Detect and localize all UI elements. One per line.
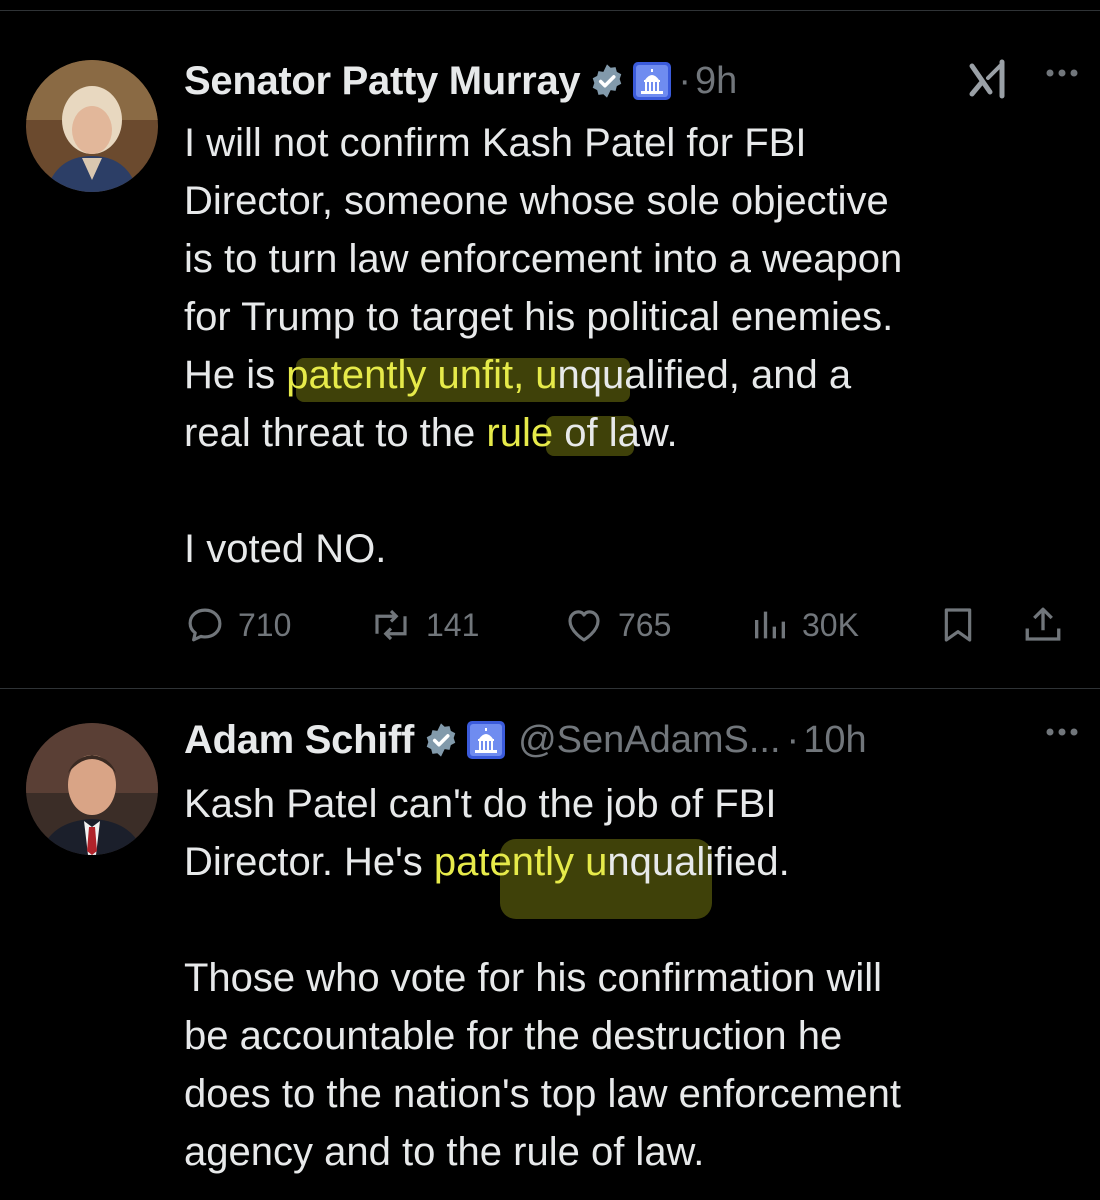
timestamp[interactable]: 10h [803,719,866,762]
text-line: Kash Patel can't do the job of FBI [184,782,777,826]
more-dots-icon[interactable] [1044,725,1080,743]
tweet-text: Kash Patel can't do the job of FBI Direc… [184,775,1084,1181]
avatar[interactable] [26,723,158,855]
text-line: agency and to the rule of law. [184,1130,705,1174]
tweet-adam-schiff[interactable]: Adam Schiff @SenAdamS... · 10h Kash Pate… [0,689,1100,1200]
text-segment: Director. He's [184,840,434,884]
avatar[interactable] [26,60,158,192]
text-line: Those who vote for his confirmation will [184,956,883,1000]
verified-badge-icon [422,721,460,759]
timestamp[interactable]: 9h [695,60,737,103]
text-segment: nqualified, and a [557,353,852,397]
tweet-header: Senator Patty Murray · 9h [184,56,1080,106]
highlighted-text: patently u [433,840,608,884]
text-line: I voted NO. [184,527,387,571]
text-line: is to turn law enforcement into a weapon [184,237,903,281]
view-count: 30K [802,606,859,643]
separator-dot: · [786,718,800,761]
share-button[interactable] [1022,600,1064,650]
more-dots-icon[interactable] [1044,66,1080,84]
tweet-patty-murray[interactable]: Senator Patty Murray · 9h I will not con… [0,0,1100,688]
separator-dot: · [678,59,692,102]
verified-badge-icon [588,62,626,100]
like-button[interactable]: 765 [562,600,671,650]
repost-button[interactable]: 141 [368,600,479,650]
capitol-government-icon [466,720,506,760]
highlighted-text: rule [486,411,554,455]
reply-count: 710 [238,606,292,643]
repost-icon [368,604,414,646]
share-icon [1022,603,1064,647]
text-line: be accountable for the destruction he [184,1014,843,1058]
author-handle[interactable]: @SenAdamS... [518,719,780,762]
text-line: Director, someone whose sole objective [184,179,889,223]
heart-icon [562,604,606,646]
author-name[interactable]: Adam Schiff [184,718,414,763]
text-segment: of law. [553,411,678,455]
text-line: Director. He's patently unqualified. [184,833,1084,891]
text-line: does to the nation's top law enforcement [184,1072,901,1116]
repost-count: 141 [426,606,480,643]
capitol-government-icon [632,61,672,101]
reply-button[interactable]: 710 [184,600,291,650]
tweet-text: I will not confirm Kash Patel for FBI Di… [184,114,1084,578]
views-chart-icon [750,604,790,646]
views-button[interactable]: 30K [750,600,859,650]
highlighted-text: patently unfit, u [286,353,558,397]
text-line: I will not confirm Kash Patel for FBI [184,121,807,165]
text-segment: He is [184,353,287,397]
text-line: for Trump to target his political enemie… [184,295,894,339]
text-segment: nqualified. [607,840,790,884]
reply-icon [184,604,226,646]
text-line: He is patently unfit, unqualified, and a [184,346,1084,404]
text-line: real threat to the rule of law. [184,404,1084,462]
text-segment: real threat to the [184,411,487,455]
bookmark-button[interactable] [938,600,978,650]
bookmark-icon [938,603,978,647]
like-count: 765 [618,606,672,643]
author-name[interactable]: Senator Patty Murray [184,59,581,104]
tweet-header: Adam Schiff @SenAdamS... · 10h [184,715,1080,765]
tweet-actions: 710 141 765 30K [184,600,1074,650]
grok-icon[interactable] [966,58,1010,107]
